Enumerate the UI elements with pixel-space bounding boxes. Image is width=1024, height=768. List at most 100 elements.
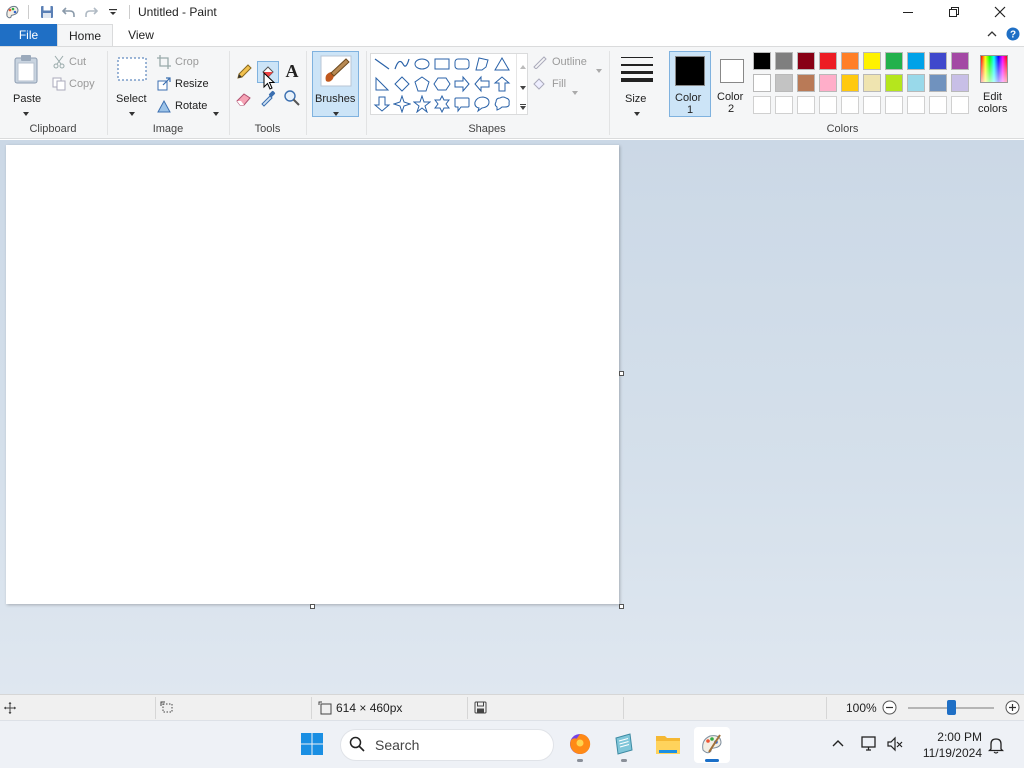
pencil-tool[interactable] xyxy=(235,63,253,81)
rotate-button[interactable]: Rotate xyxy=(157,98,221,116)
taskbar-firefox[interactable] xyxy=(562,727,598,763)
undo-icon[interactable] xyxy=(59,2,79,22)
tab-view[interactable]: View xyxy=(113,24,169,46)
fill-button[interactable]: Fill xyxy=(532,76,604,95)
palette-swatch[interactable] xyxy=(951,96,969,114)
volume-muted-icon[interactable] xyxy=(886,736,904,755)
paste-button[interactable]: Paste xyxy=(6,51,46,117)
palette-swatch[interactable] xyxy=(797,74,815,92)
shape-up-arrow-icon[interactable] xyxy=(493,75,511,93)
resize-handle-bottom[interactable] xyxy=(310,604,315,609)
crop-button[interactable]: Crop xyxy=(157,54,217,72)
palette-swatch[interactable] xyxy=(929,96,947,114)
canvas-workspace[interactable] xyxy=(0,71,1024,694)
scroll-down-icon[interactable] xyxy=(520,79,526,93)
save-icon[interactable] xyxy=(37,2,57,22)
taskbar-notepad[interactable] xyxy=(606,727,642,763)
resize-handle-corner[interactable] xyxy=(619,604,624,609)
shape-rectangle-icon[interactable] xyxy=(433,55,451,73)
eraser-tool[interactable] xyxy=(235,89,253,107)
palette-swatch[interactable] xyxy=(797,52,815,70)
palette-swatch[interactable] xyxy=(841,52,859,70)
network-icon[interactable] xyxy=(860,736,878,755)
taskbar-search[interactable]: Search xyxy=(340,729,554,761)
shape-right-triangle-icon[interactable] xyxy=(373,75,391,93)
resize-button[interactable]: Resize xyxy=(157,76,217,94)
palette-swatch[interactable] xyxy=(885,96,903,114)
outline-button[interactable]: Outline xyxy=(532,54,604,73)
show-hidden-icons-chevron-icon[interactable] xyxy=(831,737,845,754)
shape-oval-callout-icon[interactable] xyxy=(473,95,491,113)
color1-button[interactable]: Color 1 xyxy=(669,51,711,117)
close-button[interactable] xyxy=(977,0,1023,24)
palette-swatch[interactable] xyxy=(819,52,837,70)
copy-button[interactable]: Copy xyxy=(52,76,102,94)
shape-polygon-icon[interactable] xyxy=(473,55,491,73)
palette-swatch[interactable] xyxy=(753,96,771,114)
palette-swatch[interactable] xyxy=(929,74,947,92)
palette-swatch[interactable] xyxy=(841,96,859,114)
palette-swatch[interactable] xyxy=(907,52,925,70)
palette-swatch[interactable] xyxy=(753,74,771,92)
scroll-up-icon[interactable] xyxy=(520,58,526,72)
taskbar-file-explorer[interactable] xyxy=(650,727,686,763)
text-tool[interactable]: A xyxy=(283,61,301,81)
start-button[interactable] xyxy=(294,727,330,763)
cut-button[interactable]: Cut xyxy=(52,54,102,72)
size-button[interactable]: Size xyxy=(614,51,660,117)
color2-button[interactable]: Color 2 xyxy=(713,51,755,117)
shape-right-arrow-icon[interactable] xyxy=(453,75,471,93)
edit-colors-button[interactable]: Edit colors xyxy=(975,51,1013,117)
palette-swatch[interactable] xyxy=(907,74,925,92)
shape-rounded-callout-icon[interactable] xyxy=(453,95,471,113)
shape-oval-icon[interactable] xyxy=(413,55,431,73)
palette-swatch[interactable] xyxy=(863,96,881,114)
shapes-gallery-scroll[interactable] xyxy=(516,54,528,114)
palette-swatch[interactable] xyxy=(775,52,793,70)
shape-triangle-icon[interactable] xyxy=(493,55,511,73)
palette-swatch[interactable] xyxy=(863,74,881,92)
maximize-button[interactable] xyxy=(931,0,977,24)
redo-icon[interactable] xyxy=(81,2,101,22)
shape-cloud-callout-icon[interactable] xyxy=(493,95,511,113)
notifications-bell-icon[interactable] xyxy=(987,736,1005,757)
shape-diamond-icon[interactable] xyxy=(393,75,411,93)
shape-six-point-star-icon[interactable] xyxy=(433,95,451,113)
shape-left-arrow-icon[interactable] xyxy=(473,75,491,93)
tab-home[interactable]: Home xyxy=(57,24,113,47)
zoom-out-button[interactable] xyxy=(882,700,897,718)
shape-four-point-star-icon[interactable] xyxy=(393,95,411,113)
shape-line-icon[interactable] xyxy=(373,55,391,73)
customize-qa-dropdown-icon[interactable] xyxy=(103,2,123,22)
palette-swatch[interactable] xyxy=(885,74,903,92)
palette-swatch[interactable] xyxy=(775,74,793,92)
palette-swatch[interactable] xyxy=(885,52,903,70)
palette-swatch[interactable] xyxy=(951,52,969,70)
clock[interactable]: 2:00 PM 11/19/2024 xyxy=(910,729,982,761)
collapse-ribbon-icon[interactable] xyxy=(986,28,1000,42)
tab-file[interactable]: File xyxy=(0,24,57,46)
palette-swatch[interactable] xyxy=(775,96,793,114)
brushes-button[interactable]: Brushes xyxy=(312,51,359,117)
shape-five-point-star-icon[interactable] xyxy=(413,95,431,113)
palette-swatch[interactable] xyxy=(819,74,837,92)
palette-swatch[interactable] xyxy=(819,96,837,114)
zoom-in-button[interactable] xyxy=(1005,700,1020,718)
palette-swatch[interactable] xyxy=(951,74,969,92)
palette-swatch[interactable] xyxy=(841,74,859,92)
paint-logo-icon[interactable] xyxy=(2,2,22,22)
palette-swatch[interactable] xyxy=(929,52,947,70)
palette-swatch[interactable] xyxy=(753,52,771,70)
drawing-canvas[interactable] xyxy=(6,145,619,604)
help-icon[interactable]: ? xyxy=(1006,27,1020,41)
palette-swatch[interactable] xyxy=(907,96,925,114)
resize-handle-right[interactable] xyxy=(619,371,624,376)
shape-rounded-rectangle-icon[interactable] xyxy=(453,55,471,73)
shape-hexagon-icon[interactable] xyxy=(433,75,451,93)
taskbar-paint[interactable] xyxy=(694,727,730,763)
palette-swatch[interactable] xyxy=(863,52,881,70)
palette-swatch[interactable] xyxy=(797,96,815,114)
minimize-button[interactable] xyxy=(885,0,931,24)
select-button[interactable]: Select xyxy=(112,51,152,117)
gallery-expand-icon[interactable] xyxy=(520,99,526,113)
